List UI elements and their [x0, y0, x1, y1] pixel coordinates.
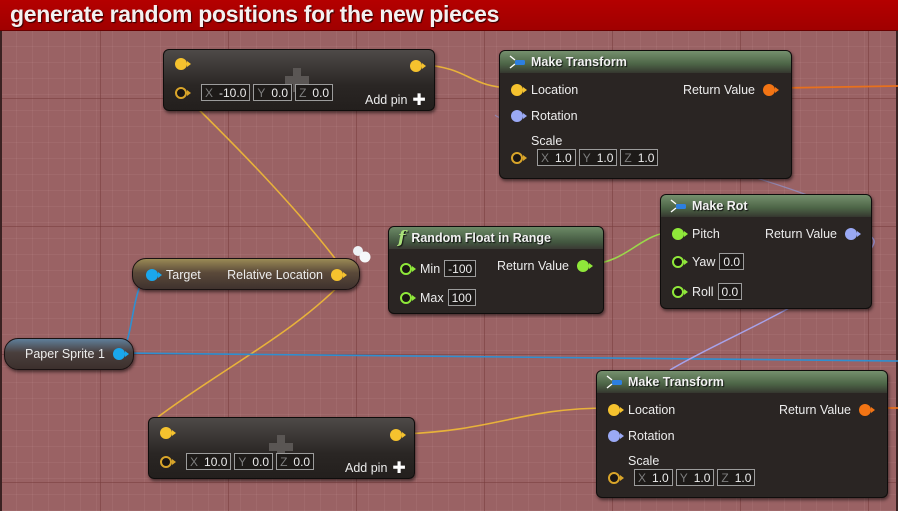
scale-x-field[interactable]: X 1.0	[537, 149, 576, 166]
vector-pin-icon	[511, 84, 527, 96]
add-input-a-pin[interactable]	[175, 58, 191, 70]
add-input-b-pin[interactable]: X -10.0 Y 0.0 Z 0.0	[175, 84, 336, 101]
struct-make-icon	[509, 55, 527, 69]
add-vector-node-top[interactable]: X -10.0 Y 0.0 Z 0.0 Add pin ✚	[163, 49, 435, 111]
struct-make-icon	[670, 199, 688, 213]
roll-input-pin[interactable]: Roll 0.0	[672, 283, 743, 300]
function-icon: f	[398, 228, 406, 248]
scale-y-field[interactable]: Y 1.0	[578, 149, 618, 166]
return-value-pin[interactable]: Return Value	[779, 403, 875, 417]
node-header: Make Transform	[597, 371, 887, 393]
scale-label: Scale	[628, 454, 660, 468]
random-float-in-range-node[interactable]: f Random Float in Range Min -100 Return …	[388, 226, 604, 314]
float-pin-empty-icon	[400, 262, 416, 275]
node-header: f Random Float in Range	[389, 227, 603, 249]
scale-input-pin[interactable]: X 1.0 Y 1.0 Z 1.0	[511, 149, 661, 166]
vector-pin-icon	[410, 60, 426, 72]
add-output-pin[interactable]	[410, 60, 426, 72]
location-input-pin[interactable]: Location	[511, 83, 578, 97]
max-field[interactable]: 100	[447, 289, 476, 306]
make-rot-node[interactable]: Make Rot Pitch Return Value Yaw 0.0 Roll…	[660, 194, 872, 309]
vector-pin-icon	[608, 404, 624, 416]
yaw-input-pin[interactable]: Yaw 0.0	[672, 253, 745, 270]
scale-label: Scale	[531, 134, 563, 148]
object-pin-icon	[112, 348, 129, 360]
roll-field[interactable]: 0.0	[717, 283, 743, 300]
vector-z-field[interactable]: Z 0.0	[276, 453, 315, 470]
object-pin-icon	[146, 269, 162, 281]
paper-sprite-variable-node[interactable]: Paper Sprite 1	[4, 338, 134, 370]
rotation-input-pin[interactable]: Rotation	[608, 429, 675, 443]
add-input-b-pin[interactable]: X 10.0 Y 0.0 Z 0.0	[160, 453, 317, 470]
add-output-pin[interactable]	[390, 429, 406, 441]
node-header: Make Transform	[500, 51, 791, 73]
min-field[interactable]: -100	[444, 260, 477, 277]
rotator-pin-icon	[845, 228, 861, 240]
float-pin-icon	[577, 260, 593, 272]
vector-pin-empty-icon	[175, 86, 191, 99]
float-pin-empty-icon	[672, 285, 688, 298]
scale-z-field[interactable]: Z 1.0	[620, 149, 659, 166]
vector-pin-empty-icon	[608, 471, 624, 484]
vector-pin-icon	[331, 269, 347, 281]
vector-y-field[interactable]: Y 0.0	[253, 84, 293, 101]
scale-x-field[interactable]: X 1.0	[634, 469, 673, 486]
relative-location-output-pin[interactable]: Relative Location	[227, 268, 347, 282]
vector-x-field[interactable]: X 10.0	[186, 453, 232, 470]
vector-pin-icon	[390, 429, 406, 441]
rotation-input-pin[interactable]: Rotation	[511, 109, 578, 123]
add-vector-node-bottom[interactable]: X 10.0 Y 0.0 Z 0.0 Add pin ✚	[148, 417, 415, 479]
vector-y-field[interactable]: Y 0.0	[234, 453, 274, 470]
vector-pin-empty-icon	[160, 455, 176, 468]
transform-pin-icon	[859, 404, 875, 416]
yaw-field[interactable]: 0.0	[719, 253, 745, 270]
plus-icon: ✚	[412, 92, 426, 109]
add-pin-button[interactable]: Add pin ✚	[345, 458, 406, 478]
return-value-pin[interactable]: Return Value	[497, 259, 593, 273]
return-value-pin[interactable]: Return Value	[765, 227, 861, 241]
scale-z-field[interactable]: Z 1.0	[717, 469, 756, 486]
add-input-a-pin[interactable]	[160, 427, 176, 439]
pitch-input-pin[interactable]: Pitch	[672, 227, 720, 241]
location-input-pin[interactable]: Location	[608, 403, 675, 417]
plus-icon: ✚	[392, 460, 406, 477]
rotator-pin-icon	[608, 430, 624, 442]
float-pin-icon	[672, 228, 688, 240]
target-input-pin[interactable]: Target	[146, 268, 201, 282]
float-pin-empty-icon	[672, 255, 688, 268]
struct-make-icon	[606, 375, 624, 389]
node-header: Make Rot	[661, 195, 871, 217]
add-pin-button[interactable]: Add pin ✚	[365, 90, 426, 110]
vector-pin-empty-icon	[511, 151, 527, 164]
return-value-pin[interactable]: Return Value	[683, 83, 779, 97]
scale-input-pin[interactable]: X 1.0 Y 1.0 Z 1.0	[608, 469, 758, 486]
float-pin-empty-icon	[400, 291, 416, 304]
transform-pin-icon	[763, 84, 779, 96]
comment-title: generate random positions for the new pi…	[10, 1, 500, 27]
make-transform-node-top[interactable]: Make Transform Location Return Value Rot…	[499, 50, 792, 179]
min-input-pin[interactable]: Min -100	[400, 260, 477, 277]
vector-z-field[interactable]: Z 0.0	[295, 84, 334, 101]
get-relative-location-node[interactable]: Target Relative Location	[132, 258, 360, 290]
max-input-pin[interactable]: Max 100	[400, 289, 476, 306]
vector-pin-icon	[160, 427, 176, 439]
comment-box-header[interactable]: generate random positions for the new pi…	[0, 0, 898, 31]
paper-sprite-output-pin[interactable]: Paper Sprite 1	[25, 347, 129, 361]
make-transform-node-bottom[interactable]: Make Transform Location Return Value Rot…	[596, 370, 888, 498]
vector-x-field[interactable]: X -10.0	[201, 84, 251, 101]
vector-pin-icon	[175, 58, 191, 70]
rotator-pin-icon	[511, 110, 527, 122]
scale-y-field[interactable]: Y 1.0	[675, 469, 715, 486]
